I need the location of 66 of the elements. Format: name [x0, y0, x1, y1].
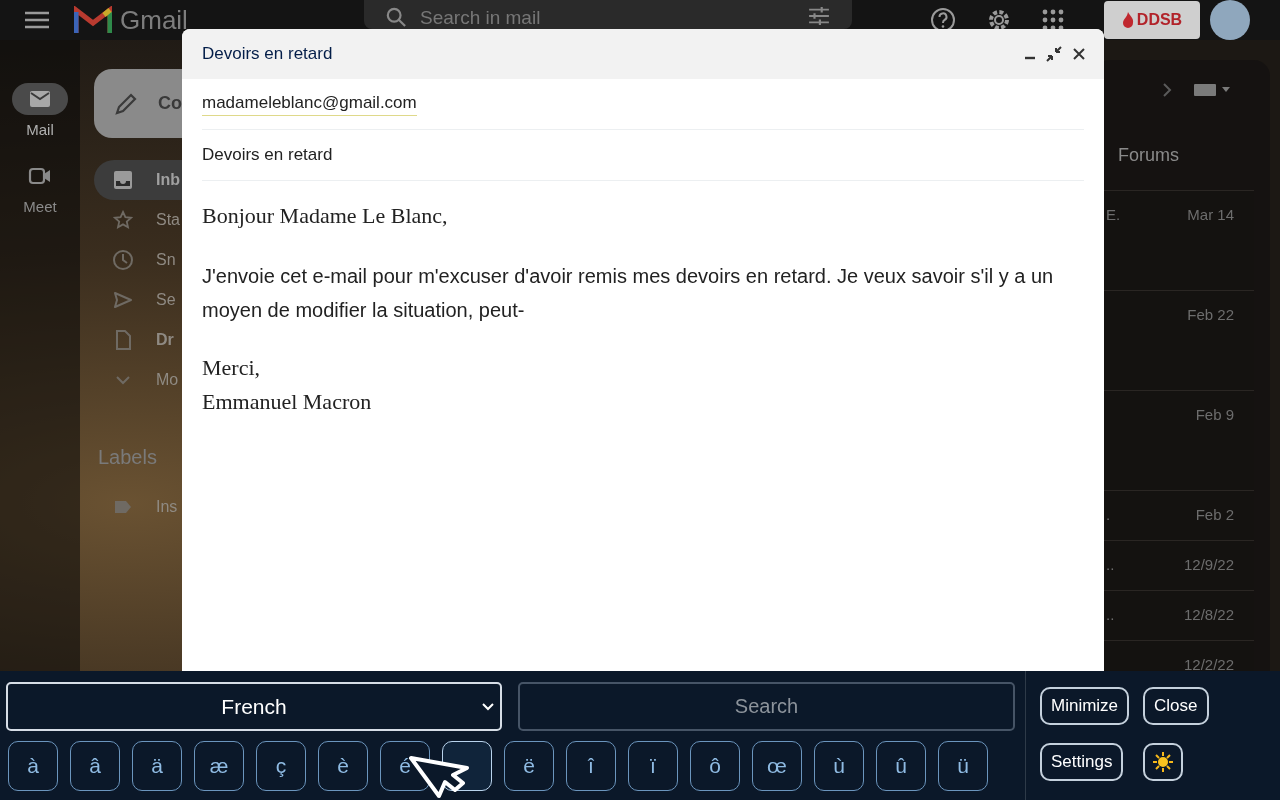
email-date: 12/8/22	[1183, 606, 1234, 625]
character-key[interactable]: à	[8, 741, 58, 791]
recipient-field[interactable]: madameleblanc@gmail.com	[202, 92, 417, 116]
signature-text: Emmanuel Macron	[202, 388, 373, 416]
email-date: Mar 14	[1187, 206, 1234, 225]
theme-button[interactable]	[1143, 743, 1184, 781]
exit-fullscreen-icon[interactable]	[1046, 46, 1062, 62]
mail-icon	[29, 90, 51, 108]
body-paragraph: J'envoie cet e-mail pour m'excuser d'avoir remis mes devoirs en retard. Je veux savoir s'il y a un moyen de modifier la situation, peut-	[202, 264, 1055, 323]
panel-button[interactable]: Settings	[1040, 743, 1124, 781]
chevron-right-icon[interactable]	[1162, 82, 1172, 98]
labels-heading: Labels	[97, 446, 158, 469]
file-icon	[115, 330, 131, 350]
app-name: Gmail	[120, 4, 188, 36]
email-snippet: .	[1106, 506, 1111, 523]
language-dropdown[interactable]: French	[6, 682, 502, 731]
tab[interactable]: Forums	[1118, 144, 1179, 166]
character-key[interactable]: î	[566, 741, 616, 791]
character-key[interactable]: ü	[938, 741, 988, 791]
character-key[interactable]: ç	[256, 741, 306, 791]
organization-logo[interactable]: DDSB	[1104, 1, 1200, 39]
panel-button[interactable]: Close	[1143, 687, 1209, 725]
character-key[interactable]: ù	[814, 741, 864, 791]
email-snippet: ..	[1106, 606, 1115, 623]
chevron-down-icon	[482, 703, 494, 711]
panel-button[interactable]: Minimize	[1040, 687, 1130, 725]
search-icon[interactable]	[386, 7, 406, 27]
star-icon	[113, 210, 133, 230]
chevron-down-icon	[115, 375, 131, 385]
clock-icon	[112, 249, 134, 271]
search-field[interactable]: Search	[518, 682, 1015, 731]
keyboard-icon[interactable]	[1194, 83, 1230, 97]
character-key[interactable]: û	[876, 741, 926, 791]
organization-name: DDSB	[1136, 11, 1183, 29]
character-key[interactable]: æ	[194, 741, 244, 791]
send-icon	[113, 291, 133, 309]
character-key[interactable]: œ	[752, 741, 802, 791]
filter-icon[interactable]	[808, 7, 830, 25]
email-snippet: E.	[1106, 206, 1121, 223]
search-bar[interactable]: Search in mail	[364, 0, 852, 29]
search-field[interactable]: Search in mail	[420, 7, 794, 29]
character-key[interactable]: â	[70, 741, 120, 791]
character-key[interactable]: ä	[132, 741, 182, 791]
pencil-icon	[114, 91, 138, 116]
avatar[interactable]	[1210, 0, 1250, 40]
email-date: Feb 22	[1187, 306, 1234, 325]
email-date: Feb 2	[1195, 506, 1234, 525]
email-date: 12/9/22	[1183, 556, 1234, 575]
email-date: Feb 9	[1195, 406, 1234, 425]
character-key[interactable]: ô	[690, 741, 740, 791]
email-date: 12/2/22	[1183, 656, 1234, 671]
label-icon	[113, 500, 133, 514]
envelope-logo-icon	[74, 6, 112, 34]
sun-icon	[1153, 752, 1174, 772]
character-key[interactable]: ï	[628, 741, 678, 791]
menu-icon[interactable]	[25, 11, 49, 29]
inbox-icon	[113, 170, 133, 190]
video-camera-icon	[28, 167, 52, 185]
email-snippet: ..	[1106, 556, 1115, 573]
close-icon[interactable]	[1072, 47, 1086, 61]
character-key[interactable]: è	[318, 741, 368, 791]
greeting-text: Bonjour Madame Le Blanc,	[202, 202, 449, 230]
character-key[interactable]: ë	[504, 741, 554, 791]
compose-title: Devoirs en retard	[202, 44, 334, 64]
flame-icon	[1121, 12, 1134, 28]
rail-item[interactable]: Meet	[12, 160, 68, 215]
